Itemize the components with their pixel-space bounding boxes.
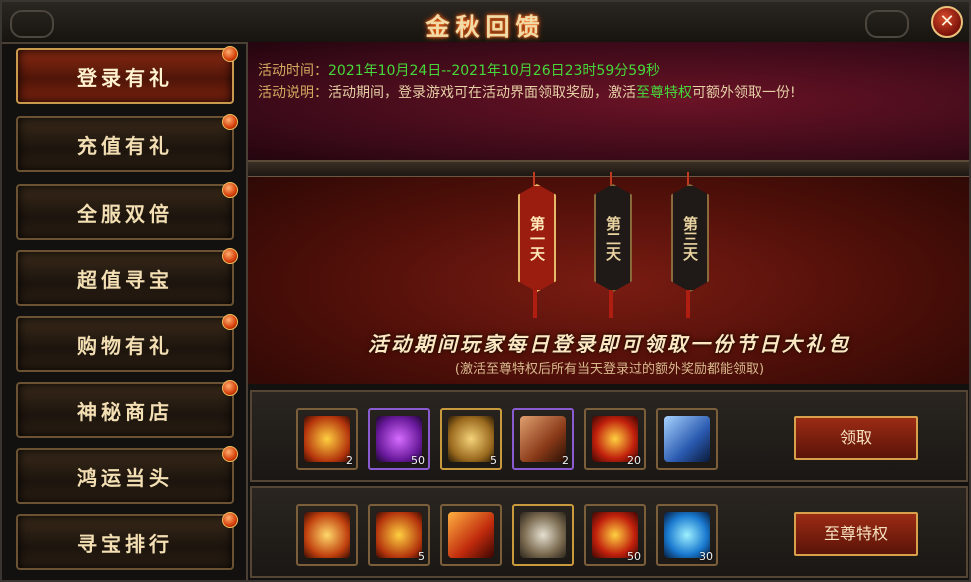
sidebar-item-treasure-ranking[interactable]: 寻宝排行 (16, 512, 238, 570)
reward-slot[interactable]: 5 (368, 504, 430, 566)
sidebar-item-label: 寻宝排行 (77, 532, 173, 556)
sidebar: 登录有礼 充值有礼 全服双倍 超值寻宝 购物有礼 神秘商店 鸿运当头 寻宝排行 (8, 46, 240, 578)
reward-slot[interactable]: 50 (584, 504, 646, 566)
notification-dot-icon (222, 512, 238, 528)
sidebar-item-recharge-gift[interactable]: 充值有礼 (16, 114, 238, 172)
sidebar-item-label: 全服双倍 (77, 202, 173, 226)
item-count: 30 (699, 550, 713, 563)
reward-slot[interactable] (296, 504, 358, 566)
reward-slot[interactable] (512, 504, 574, 566)
reward-slot[interactable]: 30 (656, 504, 718, 566)
day-tag-2[interactable]: 第二天 (594, 184, 632, 292)
activity-time-value: 2021年10月24日--2021年10月26日23时59分59秒 (328, 63, 661, 79)
reward-row-supreme: 5 50 30 至尊特权 (250, 486, 968, 578)
activity-desc-line: 活动说明：活动期间，登录游戏可在活动界面领取奖励，激活至尊特权可额外领取一份! (258, 82, 796, 102)
banner-subline: (激活至尊特权后所有当天登录过的额外奖励都能领取) (454, 362, 765, 377)
tassel-icon (686, 290, 690, 318)
tassel-icon (533, 290, 537, 318)
reward-slot[interactable] (656, 408, 718, 470)
item-count: 50 (627, 550, 641, 563)
blue-scroll-icon (664, 416, 710, 462)
hanging-string (610, 172, 612, 186)
notification-dot-icon (222, 314, 238, 330)
golden-key-icon (304, 416, 350, 462)
reward-slot[interactable]: 2 (296, 408, 358, 470)
activity-time-label: 活动时间： (258, 63, 328, 79)
item-count: 5 (418, 550, 425, 563)
activity-desc-text: 活动期间，登录游戏可在活动界面领取奖励，激活 (328, 85, 636, 101)
activity-desc-highlight: 至尊特权 (636, 85, 692, 101)
supreme-privilege-button[interactable]: 至尊特权 (794, 512, 918, 556)
horn-icon (448, 416, 494, 462)
notification-dot-icon (222, 248, 238, 264)
reward-slot[interactable] (440, 504, 502, 566)
sidebar-item-good-fortune[interactable]: 鸿运当头 (16, 446, 238, 504)
activity-window: 金秋回馈 ✕ 登录有礼 充值有礼 全服双倍 超值寻宝 购物有礼 神秘商店 鸿运当… (0, 0, 971, 582)
sidebar-item-login-gift[interactable]: 登录有礼 (16, 46, 238, 104)
treasure-chest-icon (304, 512, 350, 558)
activity-info-panel: 活动时间：2021年10月24日--2021年10月26日23时59分59秒 活… (248, 42, 969, 162)
item-count: 2 (346, 454, 353, 467)
notification-dot-icon (222, 182, 238, 198)
sidebar-item-server-double[interactable]: 全服双倍 (16, 182, 238, 240)
main-panel: 活动时间：2021年10月24日--2021年10月26日23时59分59秒 活… (246, 42, 969, 580)
close-button[interactable]: ✕ (931, 6, 963, 38)
fire-scroll-icon (448, 512, 494, 558)
login-banner: 第一天 第二天 第三天 活动期间玩家每日登录即可领取一份节日大礼包 (激活至尊特… (248, 162, 969, 384)
sidebar-item-label: 登录有礼 (77, 66, 173, 90)
hanging-string (533, 172, 535, 186)
banner-headline: 活动期间玩家每日登录即可领取一份节日大礼包 (368, 332, 851, 356)
activity-desc-text-end: 可额外领取一份! (692, 85, 796, 101)
sidebar-item-label: 购物有礼 (77, 334, 173, 358)
sidebar-item-treasure-hunt[interactable]: 超值寻宝 (16, 248, 238, 306)
notification-dot-icon (222, 380, 238, 396)
sidebar-item-label: 超值寻宝 (77, 268, 173, 292)
sidebar-item-label: 充值有礼 (77, 134, 173, 158)
sidebar-item-label: 神秘商店 (77, 400, 173, 424)
item-count: 5 (490, 454, 497, 467)
sidebar-item-label: 鸿运当头 (77, 466, 173, 490)
silver-chest-icon (520, 512, 566, 558)
notification-dot-icon (222, 46, 238, 62)
reward-slot[interactable]: 5 (440, 408, 502, 470)
claim-button[interactable]: 领取 (794, 416, 918, 460)
reward-row-daily: 2 50 5 2 20 领取 (250, 390, 968, 482)
sidebar-item-shopping-gift[interactable]: 购物有礼 (16, 314, 238, 372)
reward-slot[interactable]: 20 (584, 408, 646, 470)
reward-slot[interactable]: 50 (368, 408, 430, 470)
item-count: 20 (627, 454, 641, 467)
sidebar-item-mystery-shop[interactable]: 神秘商店 (16, 380, 238, 438)
item-count: 2 (562, 454, 569, 467)
day-tag-1[interactable]: 第一天 (518, 184, 556, 292)
activity-desc-label: 活动说明： (258, 85, 328, 101)
window-title: 金秋回馈 (425, 12, 546, 41)
scroll-roll-icon (520, 416, 566, 462)
reward-slot[interactable]: 2 (512, 408, 574, 470)
activity-time-line: 活动时间：2021年10月24日--2021年10月26日23时59分59秒 (258, 60, 660, 80)
tassel-icon (609, 290, 613, 318)
notification-dot-icon (222, 446, 238, 462)
hanging-string (687, 172, 689, 186)
notification-dot-icon (222, 114, 238, 130)
title-bar: 金秋回馈 ✕ (2, 2, 969, 44)
item-count: 50 (411, 454, 425, 467)
golden-key-icon (376, 512, 422, 558)
day-tag-3[interactable]: 第三天 (671, 184, 709, 292)
